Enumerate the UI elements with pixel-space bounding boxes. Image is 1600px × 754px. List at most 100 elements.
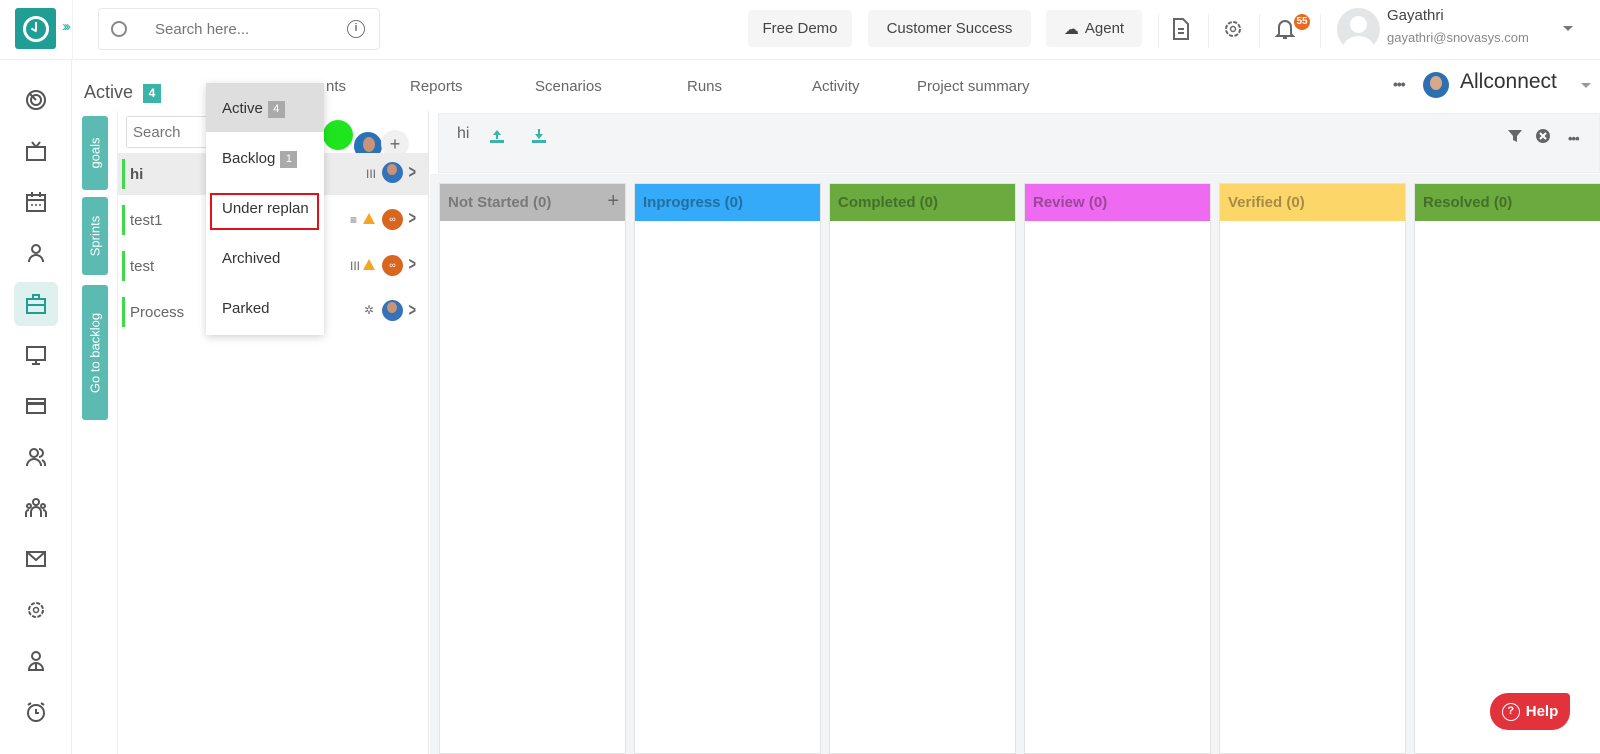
- tab-scenarios[interactable]: Scenarios: [535, 78, 602, 95]
- warning-icon: [363, 259, 375, 270]
- free-demo-button[interactable]: Free Demo: [748, 10, 852, 47]
- goal-status-bar: [122, 205, 125, 235]
- customer-success-button[interactable]: Customer Success: [868, 10, 1031, 47]
- column-title: Verified (0): [1228, 194, 1305, 211]
- tab-runs[interactable]: Runs: [687, 78, 722, 95]
- global-search-input[interactable]: [155, 20, 335, 38]
- assignee-avatar: [382, 162, 403, 183]
- nav-calendar[interactable]: [14, 180, 58, 224]
- goal-search-input[interactable]: [126, 116, 216, 148]
- tab-reports[interactable]: Reports: [410, 78, 463, 95]
- chevron-right-icon[interactable]: >: [409, 254, 416, 275]
- chevron-right-icon[interactable]: >: [409, 208, 416, 229]
- user-avatar[interactable]: [1337, 8, 1380, 51]
- clock-icon: [22, 15, 49, 42]
- dashboard-icon: [26, 90, 46, 110]
- highlight-annotation: [210, 193, 319, 230]
- dropdown-item-label: Active: [222, 100, 263, 117]
- settings-icon: [28, 602, 44, 618]
- goal-status-bar: [122, 159, 125, 189]
- info-icon[interactable]: i: [347, 20, 365, 38]
- nav-monitor[interactable]: [14, 333, 58, 377]
- column-header: Review (0): [1025, 184, 1210, 221]
- column-header: Resolved (0): [1415, 184, 1600, 221]
- help-button[interactable]: ? Help: [1490, 693, 1570, 730]
- goal-status-count: 4: [143, 84, 161, 103]
- alarm-icon: [27, 702, 45, 722]
- card-icon: [26, 398, 46, 414]
- agent-button[interactable]: ☁ Agent: [1046, 10, 1142, 47]
- goal-status-selector[interactable]: Active: [84, 82, 133, 103]
- document-icon[interactable]: [1166, 14, 1196, 44]
- goals-side-tab-label: goals: [87, 137, 103, 169]
- project-caret-icon[interactable]: [1581, 83, 1591, 88]
- help-question-icon: ?: [1501, 702, 1520, 721]
- upload-icon[interactable]: [489, 128, 505, 149]
- project-name[interactable]: Allconnect: [1460, 70, 1557, 94]
- app-logo[interactable]: [15, 8, 56, 49]
- clear-filter-icon[interactable]: [1535, 128, 1551, 149]
- nav-billing[interactable]: [14, 384, 58, 428]
- board-title: hi: [457, 125, 470, 142]
- nav-profile[interactable]: [14, 639, 58, 683]
- dropdown-item-backlog[interactable]: Backlog 1: [206, 133, 324, 182]
- nav-timer[interactable]: [14, 690, 58, 734]
- tab-activity[interactable]: Activity: [812, 78, 860, 95]
- briefcase-icon: [26, 294, 46, 314]
- agent-label: Agent: [1084, 20, 1125, 37]
- chevron-right-icon[interactable]: >: [409, 162, 416, 183]
- expand-menu-icon[interactable]: ›››: [62, 18, 71, 35]
- board-header: [438, 113, 1600, 173]
- board-more-icon[interactable]: •••: [1568, 131, 1580, 146]
- column-title: Inprogress (0): [643, 194, 744, 211]
- kanban-column: Resolved (0): [1414, 183, 1600, 754]
- users-icon: [26, 448, 47, 467]
- settings-icon[interactable]: [1218, 14, 1248, 44]
- filter-icon[interactable]: [1507, 128, 1523, 149]
- nav-user[interactable]: [14, 231, 58, 275]
- dropdown-item-label: Parked: [222, 300, 270, 317]
- more-options-icon[interactable]: •••: [1393, 76, 1406, 92]
- user-icon: [28, 244, 44, 263]
- user-menu-caret-icon[interactable]: [1563, 26, 1573, 31]
- download-icon[interactable]: [531, 128, 547, 149]
- goals-side-tab[interactable]: goals: [82, 116, 108, 190]
- divider: [72, 0, 73, 60]
- user-email: gayathri@snovasys.com: [1387, 30, 1529, 45]
- help-label: Help: [1525, 703, 1559, 720]
- sprints-side-tab[interactable]: Sprints: [82, 197, 108, 275]
- goal-name: Process: [130, 304, 185, 321]
- status-indicator: [323, 120, 353, 150]
- bug-icon: ✲: [364, 303, 375, 317]
- chevron-right-icon[interactable]: >: [409, 300, 416, 321]
- divider: [1208, 14, 1209, 48]
- profile-icon: [27, 651, 45, 671]
- calendar-icon: [26, 192, 46, 212]
- dropdown-item-active[interactable]: Active 4: [206, 83, 324, 132]
- dropdown-item-archived[interactable]: Archived: [206, 233, 324, 282]
- column-title: Review (0): [1033, 194, 1108, 211]
- priority-icon: ≡: [350, 213, 358, 227]
- kanban-column: Completed (0): [829, 183, 1016, 754]
- backlog-side-tab[interactable]: Go to backlog: [82, 285, 108, 420]
- tab-documents[interactable]: nts: [326, 78, 346, 95]
- team-icon: [25, 498, 47, 517]
- nav-projects[interactable]: [14, 282, 58, 326]
- nav-tv[interactable]: [14, 129, 58, 173]
- nav-mail[interactable]: [14, 537, 58, 581]
- nav-settings[interactable]: [14, 588, 58, 632]
- tab-project-summary[interactable]: Project summary: [917, 78, 1030, 95]
- dropdown-item-parked[interactable]: Parked: [206, 283, 324, 332]
- divider: [1259, 14, 1260, 48]
- column-header: Not Started (0) +: [440, 184, 625, 221]
- add-task-icon[interactable]: +: [607, 190, 619, 213]
- column-title: Not Started (0): [448, 194, 552, 211]
- monitor-icon: [26, 346, 46, 365]
- kanban-column: Review (0): [1024, 183, 1211, 754]
- column-title: Resolved (0): [1423, 194, 1513, 211]
- nav-users[interactable]: [14, 435, 58, 479]
- nav-dashboard[interactable]: [14, 78, 58, 122]
- goal-name: hi: [130, 166, 144, 183]
- nav-team[interactable]: [14, 486, 58, 530]
- cloud-download-icon: ☁: [1063, 20, 1079, 38]
